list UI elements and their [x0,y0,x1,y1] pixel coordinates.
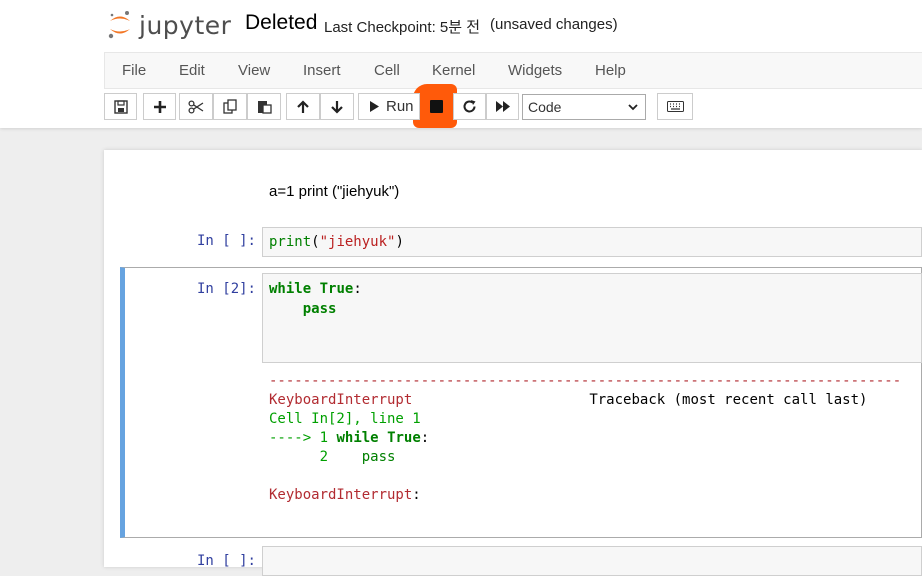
traceback-cell-line: Cell In[2], line 1 [269,411,421,427]
checkpoint-status: Last Checkpoint: 5분 전 [324,19,481,36]
menu-kernel[interactable]: Kernel [432,62,475,79]
restart-icon [463,100,476,113]
menu-widgets[interactable]: Widgets [508,62,562,79]
menu-file[interactable]: File [122,62,146,79]
code-token: True [319,281,354,297]
interrupt-kernel-button[interactable] [420,93,453,120]
play-icon [370,101,379,112]
traceback-header: Traceback (most recent call last) [589,392,868,408]
run-button[interactable]: Run [358,93,420,120]
code-token: True [387,430,421,446]
cell-type-select[interactable]: Code [522,94,646,120]
move-up-button[interactable] [286,93,320,120]
notebook-name[interactable]: Deleted [245,11,317,35]
code-token: ( [311,234,320,250]
traceback-rule: ----------------------------------------… [269,373,902,389]
code-token: "jiehyuk" [319,234,396,250]
exception-name: KeyboardInterrupt [269,392,413,408]
menu-view[interactable]: View [238,62,270,79]
cell1-input[interactable]: print("jiehyuk") [262,227,922,257]
menu-insert[interactable]: Insert [303,62,341,79]
paste-button[interactable] [247,93,281,120]
move-down-button[interactable] [320,93,354,120]
scissors-icon [188,99,204,114]
arrow-down-icon [331,100,343,114]
jupyter-logo[interactable]: jupyter [107,8,231,42]
code-token: pass [361,449,396,465]
paste-icon [257,101,272,114]
cell2-code-line2: pass [269,301,337,317]
code-token: while [269,281,312,297]
menu-edit[interactable]: Edit [179,62,205,79]
cell2-prompt: In [2]: [196,281,256,297]
command-palette-button[interactable] [657,93,693,120]
menu-cell[interactable]: Cell [374,62,400,79]
copy-button[interactable] [213,93,247,120]
plus-icon [153,100,166,113]
final-exception: KeyboardInterrupt [269,487,413,503]
markdown-cell[interactable]: a=1 print ("jiehyuk") [269,183,399,200]
autosave-status: (unsaved changes) [490,16,618,33]
notebook-header: jupyter Deleted Last Checkpoint: 5분 전 (u… [0,0,922,128]
traceback-lineno-2: 2 [319,449,329,465]
stop-icon [430,100,443,113]
final-colon: : [412,487,421,503]
code-token: : [420,430,430,446]
jupyter-logo-icon [108,11,130,39]
chevron-down-icon [628,104,638,111]
code-token: : [353,281,362,297]
menu-help[interactable]: Help [595,62,626,79]
code-token: print [269,234,312,250]
cell2-input[interactable]: while True: pass [262,273,922,363]
arrow-up-icon [297,99,309,113]
cell2-code-line1: while True: [269,281,362,297]
traceback-lineno: 1 [319,430,329,446]
copy-icon [222,99,237,114]
notebook-container: a=1 print ("jiehyuk") In [ ]: print("jie… [104,150,922,576]
menu-bar: File Edit View Insert Cell Kernel Widget… [104,52,922,89]
code-token: while [336,430,379,446]
save-icon [113,99,128,114]
insert-cell-button[interactable] [143,93,176,120]
cell3-input[interactable] [262,546,922,576]
save-button[interactable] [104,93,137,120]
cell2-output: ----------------------------------------… [269,372,901,505]
toolbar: Run Code [104,93,922,122]
keyboard-icon [666,101,684,112]
restart-run-all-button[interactable] [486,93,519,120]
run-label: Run [386,98,414,115]
logo-text: jupyter [139,10,232,40]
cut-button[interactable] [179,93,213,120]
fast-forward-icon [495,101,510,112]
cell1-prompt: In [ ]: [196,233,256,249]
code-token: ) [395,234,404,250]
traceback-arrow: ----> [269,430,312,446]
cell1-code: print("jiehyuk") [269,234,404,250]
restart-kernel-button[interactable] [453,93,486,120]
cell-type-value: Code [528,99,562,115]
